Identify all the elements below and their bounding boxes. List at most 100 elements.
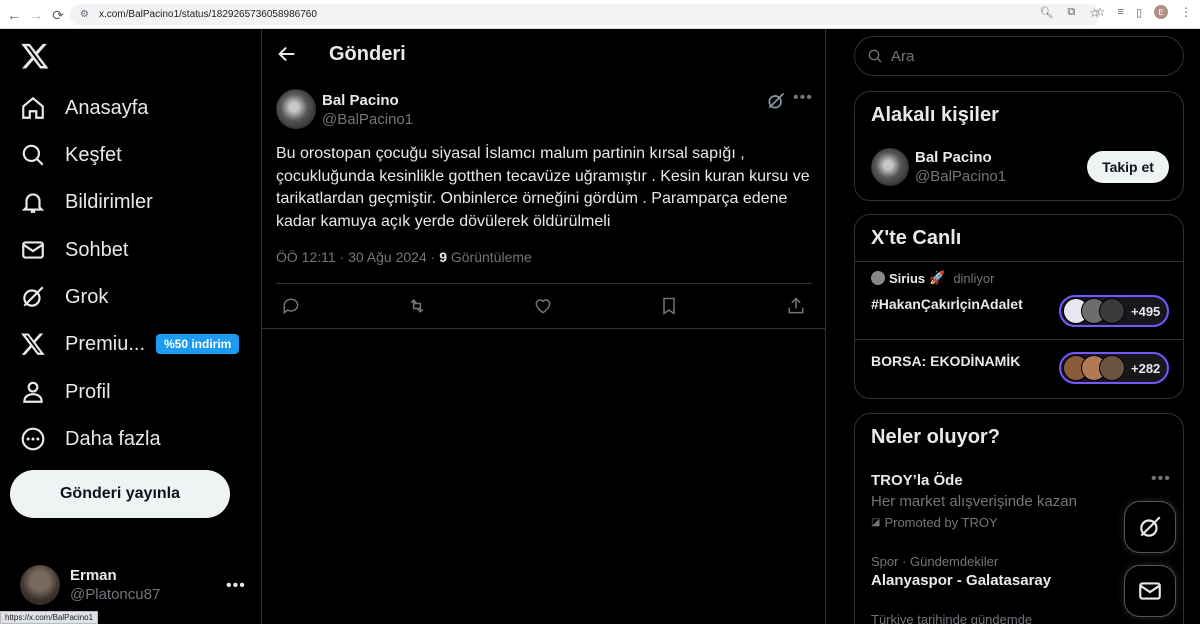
tweet-more-icon[interactable]: •••	[793, 89, 813, 107]
author-handle[interactable]: @BalPacino1	[322, 111, 413, 128]
share-icon[interactable]	[786, 296, 806, 316]
trend-meta: Türkiye tarihinde gündemde	[871, 612, 1033, 624]
promoted-icon: ◪	[871, 517, 881, 528]
tweet-timestamp: ÖÖ 12:11 · 30 Ağu 2024 · 9 Görüntüleme	[276, 249, 532, 265]
avatar	[1099, 355, 1125, 381]
sidepanel-icon[interactable]: ▯	[1136, 6, 1142, 19]
bookmark-icon[interactable]	[659, 296, 679, 316]
divider	[276, 283, 812, 284]
tab-search-icon[interactable]: ≡	[1118, 6, 1124, 18]
live-spaces-card: X'te Canlı Sirius 🚀 dinliyor #HakanÇakır…	[854, 214, 1184, 399]
address-bar[interactable]: ⚙ x.com/BalPacino1/status/18292657360589…	[70, 4, 1100, 25]
messages-float-button[interactable]	[1124, 565, 1176, 617]
extensions-icon[interactable]: ☆	[1095, 5, 1106, 19]
related-name[interactable]: Bal Pacino	[915, 149, 992, 166]
account-more-icon[interactable]: •••	[226, 577, 246, 595]
avatar	[20, 565, 60, 605]
mail-icon	[22, 241, 44, 259]
promoted-text: Promoted by TROY	[884, 515, 998, 530]
nav-label: Premiu...	[65, 332, 146, 355]
premium-discount-badge[interactable]: %50 indirim	[156, 334, 240, 354]
related-people-card: Alakalı kişiler Bal Pacino @BalPacino1 T…	[854, 91, 1184, 201]
nav-item-messages[interactable]: Sohbet	[20, 235, 128, 265]
forward-nav-icon[interactable]: →	[24, 3, 48, 27]
trend-more-icon[interactable]: •••	[1151, 470, 1171, 488]
account-handle: @Platoncu87	[70, 586, 161, 603]
grok-float-button[interactable]	[1124, 501, 1176, 553]
avatar	[1099, 298, 1125, 324]
author-name[interactable]: Bal Pacino	[322, 92, 399, 109]
post-button[interactable]: Gönderi yayınla	[10, 470, 230, 518]
nav-item-home[interactable]: Anasayfa	[20, 93, 148, 123]
back-nav-icon[interactable]: ←	[2, 3, 26, 27]
like-icon[interactable]	[533, 296, 553, 316]
tweet-text: Bu orostopan çocuğu siyasal İslamcı malu…	[276, 145, 810, 230]
search-input[interactable]	[891, 47, 1171, 65]
nav-label: Grok	[65, 285, 109, 308]
reply-icon[interactable]	[281, 296, 301, 316]
space-join-pill[interactable]: +282	[1059, 352, 1169, 384]
trend-meta: Spor · Gündemdekiler	[871, 554, 999, 569]
trend-title[interactable]: TROY’la Öde	[871, 472, 963, 489]
mail-icon	[1139, 582, 1161, 600]
tweet-time[interactable]: ÖÖ 12:11 · 30 Ağu 2024 ·	[276, 249, 439, 265]
install-icon[interactable]: ⧉	[1067, 6, 1075, 20]
avatar[interactable]	[871, 148, 909, 186]
browser-profile-avatar[interactable]: E	[1154, 5, 1168, 19]
tweet-actions	[262, 291, 825, 321]
trend-title[interactable]: Alanyaspor - Galatasaray	[871, 572, 1051, 589]
grok-icon	[23, 286, 44, 307]
link-preview-status: https://x.com/BalPacino1	[0, 611, 99, 624]
nav-item-explore[interactable]: Keşfet	[20, 140, 122, 170]
main-column: Gönderi Bal Pacino @BalPacino1 ••• Bu or…	[262, 29, 826, 624]
page-header: Gönderi	[262, 29, 825, 79]
site-info-icon[interactable]: ⚙	[80, 9, 89, 20]
divider	[262, 328, 825, 329]
nav-item-grok[interactable]: Grok	[20, 282, 108, 312]
account-switcher[interactable]: Erman @Platoncu87	[20, 565, 160, 605]
zoom-icon[interactable]: 🔍︎	[1039, 6, 1053, 20]
page-title: Gönderi	[329, 43, 406, 65]
nav-label: Keşfet	[65, 143, 122, 166]
search-icon	[22, 144, 44, 166]
view-count: 9	[439, 249, 447, 265]
browser-menu-icon[interactable]: ⋮	[1180, 5, 1192, 19]
grok-icon	[1140, 516, 1161, 537]
reload-icon[interactable]: ⟳	[46, 3, 70, 27]
space-topic[interactable]: #HakanÇakırİçinAdalet	[871, 296, 1023, 312]
related-handle[interactable]: @BalPacino1	[915, 168, 1006, 185]
space-join-pill[interactable]: +495	[1059, 295, 1169, 327]
home-icon	[22, 96, 44, 119]
person-icon	[23, 381, 43, 403]
host-status: dinliyor	[953, 270, 995, 286]
card-title: Alakalı kişiler	[871, 104, 999, 126]
nav-item-notifications[interactable]: Bildirimler	[20, 187, 153, 217]
nav-item-profile[interactable]: Profil	[20, 377, 111, 407]
view-label: Görüntüleme	[446, 249, 532, 265]
trend-subtitle: Her market alışverişinde kazan	[871, 493, 1077, 510]
nav-item-more[interactable]: Daha fazla	[20, 424, 161, 454]
avatar	[871, 271, 885, 285]
divider	[855, 261, 1183, 262]
nav-label: Bildirimler	[65, 190, 153, 213]
search-box[interactable]	[854, 36, 1184, 76]
promoted-label: ◪ Promoted by TROY	[871, 515, 998, 530]
repost-icon[interactable]	[407, 296, 427, 316]
space-topic[interactable]: BORSA: EKODİNAMİK	[871, 353, 1020, 369]
back-arrow-icon[interactable]	[276, 43, 298, 65]
nav-label: Daha fazla	[65, 427, 161, 450]
divider	[855, 339, 1183, 340]
grok-explain-icon[interactable]	[766, 91, 786, 111]
nav-item-premium[interactable]: Premiu...	[20, 329, 145, 359]
url-text[interactable]: x.com/BalPacino1/status/1829265736058986…	[99, 9, 317, 20]
nav-label: Anasayfa	[65, 96, 149, 119]
search-icon	[868, 49, 882, 63]
author-avatar[interactable]	[276, 89, 316, 129]
x-logo-icon[interactable]	[20, 41, 50, 71]
nav-label: Sohbet	[65, 238, 129, 261]
bell-icon	[21, 193, 45, 213]
live-host: Sirius 🚀 dinliyor	[871, 270, 995, 286]
browser-toolbar: ← → ⟳ ⚙ x.com/BalPacino1/status/18292657…	[0, 0, 1200, 29]
follow-button[interactable]: Takip et	[1087, 151, 1169, 183]
card-title: Neler oluyor?	[871, 426, 1000, 448]
